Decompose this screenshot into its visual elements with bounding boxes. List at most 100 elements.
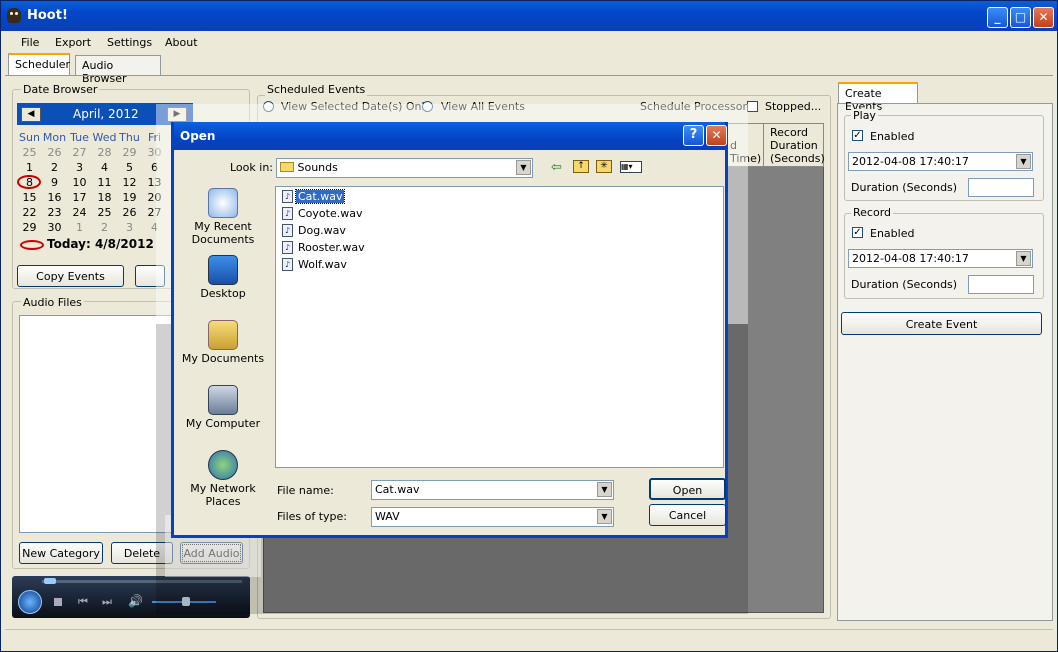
calendar-day[interactable]: 26	[117, 206, 142, 219]
play-datetime-picker[interactable]: 2012-04-08 17:40:17 ▼	[848, 152, 1033, 171]
place-documents[interactable]: My Documents	[177, 320, 269, 365]
calendar-day[interactable]: 30	[42, 221, 67, 234]
prev-month-icon[interactable]: ◀	[21, 107, 41, 122]
calendar-day[interactable]: 5	[117, 161, 142, 174]
calendar-day[interactable]: 26	[42, 146, 67, 159]
chevron-down-icon[interactable]: ▼	[597, 482, 612, 497]
calendar-day[interactable]: 18	[92, 191, 117, 204]
place-computer[interactable]: My Computer	[177, 385, 269, 430]
back-icon[interactable]: ⇦	[551, 160, 562, 175]
calendar-day[interactable]: 24	[67, 206, 92, 219]
calendar-day[interactable]: 16	[42, 191, 67, 204]
audio-files-label: Audio Files	[21, 296, 84, 309]
menu-file[interactable]: File	[21, 36, 39, 49]
file-item[interactable]: ♪ Coyote.wav	[282, 206, 382, 222]
calendar-day[interactable]: 4	[92, 161, 117, 174]
file-type-value: WAV	[375, 510, 400, 523]
calendar-day[interactable]: 25	[17, 146, 42, 159]
place-recent[interactable]: My Recent Documents	[177, 188, 269, 246]
calendar-day[interactable]: 27	[67, 146, 92, 159]
file-item-name: Dog.wav	[298, 224, 346, 237]
column-record-duration[interactable]: Record Duration (Seconds)	[763, 123, 825, 167]
calendar-day[interactable]: 11	[92, 176, 117, 189]
stop-icon[interactable]	[54, 598, 62, 606]
view-menu-icon[interactable]: ▦▾	[620, 161, 642, 173]
title-bar[interactable]: Hoot! _ □ ✕	[1, 1, 1057, 31]
record-enabled-label[interactable]: Enabled	[870, 227, 914, 240]
play-icon[interactable]	[18, 590, 42, 614]
play-enabled-checkbox[interactable]: ✓	[852, 130, 863, 141]
place-recent-label: My Recent Documents	[191, 220, 255, 246]
file-name-input[interactable]: Cat.wav ▼	[371, 480, 614, 500]
up-folder-icon[interactable]: ↑	[573, 160, 589, 173]
file-item[interactable]: ♪ Wolf.wav	[282, 257, 382, 273]
play-enabled-label[interactable]: Enabled	[870, 130, 914, 143]
chevron-down-icon[interactable]: ▼	[597, 509, 612, 524]
calendar-day[interactable]: 17	[67, 191, 92, 204]
menu-settings[interactable]: Settings	[107, 36, 152, 49]
look-in-select[interactable]: Sounds ▼	[276, 158, 533, 178]
calendar-day[interactable]: 2	[92, 221, 117, 234]
schedule-processor-checkbox[interactable]	[747, 101, 758, 112]
today-label[interactable]: Today: 4/8/2012	[47, 237, 154, 251]
calendar-day[interactable]: 19	[117, 191, 142, 204]
file-list[interactable]: ♪ Cat.wav ♪ Coyote.wav ♪ Dog.wav ♪ Rooster.wav ♪…	[275, 186, 724, 468]
calendar-day[interactable]: 9	[42, 176, 67, 189]
record-datetime-picker[interactable]: 2012-04-08 17:40:17 ▼	[848, 249, 1033, 268]
chevron-down-icon[interactable]: ▼	[1016, 154, 1031, 169]
chevron-down-icon[interactable]: ▼	[1016, 251, 1031, 266]
copy-events-button[interactable]: Copy Events	[17, 265, 124, 287]
calendar-day[interactable]: 29	[17, 221, 42, 234]
place-network[interactable]: My Network Places	[177, 450, 269, 508]
calendar-day[interactable]: 12	[117, 176, 142, 189]
record-duration-input[interactable]	[968, 275, 1034, 294]
menu-export[interactable]: Export	[55, 36, 91, 49]
calendar-day[interactable]: 28	[92, 146, 117, 159]
dialog-title-bar[interactable]: Open ? ✕	[174, 122, 727, 150]
close-icon[interactable]: ✕	[1033, 7, 1054, 28]
calendar-day[interactable]: 3	[117, 221, 142, 234]
maximize-icon[interactable]: □	[1010, 7, 1031, 28]
tab-create-events[interactable]: Create Events	[838, 82, 918, 113]
seek-handle[interactable]	[44, 578, 56, 584]
calendar-day[interactable]: 29	[117, 146, 142, 159]
previous-icon[interactable]: ⏮	[78, 595, 88, 609]
record-enabled-checkbox[interactable]: ✓	[852, 227, 863, 238]
open-button[interactable]: Open	[649, 478, 726, 500]
calendar-day[interactable]: 23	[42, 206, 67, 219]
dialog-close-icon[interactable]: ✕	[706, 125, 727, 146]
chevron-down-icon[interactable]: ▼	[516, 160, 531, 175]
calendar-day[interactable]: 3	[67, 161, 92, 174]
next-icon[interactable]: ⏭	[102, 595, 112, 609]
calendar-day[interactable]: 22	[17, 206, 42, 219]
calendar-day[interactable]: 10	[67, 176, 92, 189]
menu-about[interactable]: About	[165, 36, 198, 49]
audio-file-icon: ♪	[282, 224, 293, 237]
help-icon[interactable]: ?	[683, 125, 704, 146]
weekday-label: Tue	[70, 131, 89, 144]
play-duration-input[interactable]	[968, 178, 1034, 197]
place-desktop[interactable]: Desktop	[177, 255, 269, 300]
new-category-button[interactable]: New Category	[19, 542, 103, 564]
calendar-day[interactable]: 1	[67, 221, 92, 234]
file-name-value: Cat.wav	[375, 483, 420, 496]
file-type-select[interactable]: WAV ▼	[371, 507, 614, 527]
create-event-button[interactable]: Create Event	[841, 312, 1042, 335]
new-folder-icon[interactable]: ✳	[596, 160, 612, 173]
cancel-button[interactable]: Cancel	[649, 504, 726, 526]
tab-scheduler[interactable]: Scheduler	[8, 53, 70, 76]
schedule-processor-status: Stopped...	[765, 100, 822, 113]
file-item[interactable]: ♪ Rooster.wav	[282, 240, 382, 256]
today-marker-icon	[20, 240, 44, 250]
volume-icon[interactable]: 🔊	[128, 594, 143, 608]
play-datetime-value: 2012-04-08 17:40:17	[852, 155, 969, 168]
calendar-month: April, 2012	[73, 107, 139, 121]
minimize-icon[interactable]: _	[987, 7, 1008, 28]
calendar-day[interactable]: 1	[17, 161, 42, 174]
calendar-day[interactable]: 2	[42, 161, 67, 174]
tab-audio-browser[interactable]: Audio Browser	[75, 55, 161, 85]
file-item[interactable]: ♪ Dog.wav	[282, 223, 382, 239]
file-item[interactable]: ♪ Cat.wav	[282, 189, 382, 205]
calendar-day[interactable]: 25	[92, 206, 117, 219]
calendar-day[interactable]: 15	[17, 191, 42, 204]
